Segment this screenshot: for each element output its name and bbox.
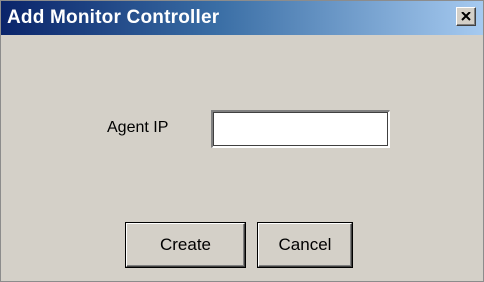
title-bar[interactable]: Add Monitor Controller (1, 1, 483, 35)
cancel-button[interactable]: Cancel (258, 223, 352, 267)
create-button[interactable]: Create (126, 223, 245, 267)
close-icon (461, 12, 471, 21)
agent-ip-label: Agent IP (107, 119, 169, 136)
close-button[interactable] (456, 7, 476, 26)
dialog-title: Add Monitor Controller (7, 7, 220, 28)
agent-ip-input[interactable] (211, 110, 390, 148)
add-monitor-controller-dialog: Add Monitor Controller Agent IP Create C… (0, 0, 484, 282)
